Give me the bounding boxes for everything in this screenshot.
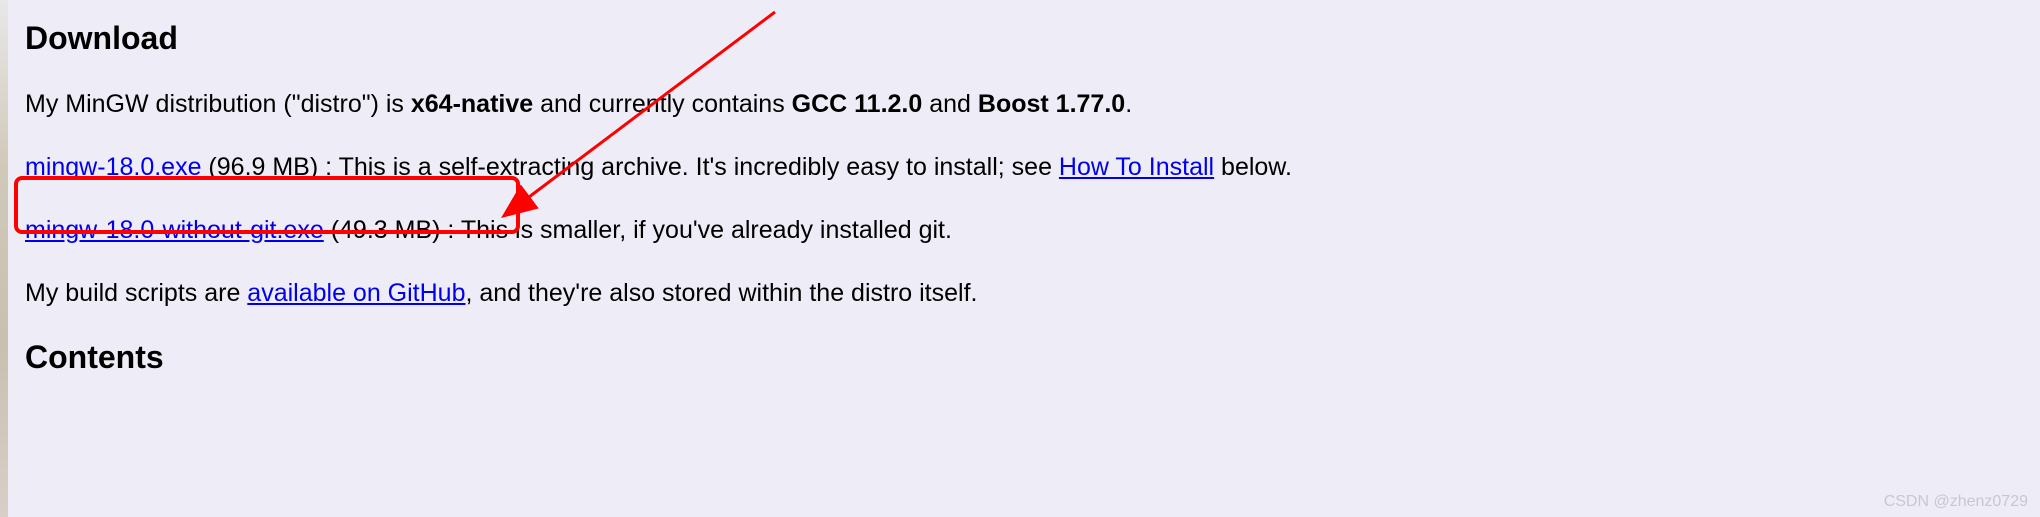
mingw-download-link[interactable]: mingw-18.0.exe [25,153,201,181]
annotation-arrow-icon [0,0,2040,517]
intro-gcc: GCC 11.2.0 [792,90,923,118]
intro-text-prefix: My MinGW distribution ("distro") is [25,90,411,118]
watermark-text: CSDN @zhenz0729 [1884,493,2028,511]
intro-paragraph: My MinGW distribution ("distro") is x64-… [25,87,2015,122]
intro-text-suffix: . [1125,90,1132,118]
intro-boost: Boost 1.77.0 [978,90,1125,118]
download1-size: (96.9 MB) : [201,153,338,181]
intro-text-mid1: and currently contains [533,90,791,118]
contents-heading: Contents [25,339,2015,376]
left-edge-decoration [0,0,8,517]
download1-desc-prefix: This is a self-extracting archive. It's … [339,153,1059,181]
download2-desc: This is smaller, if you've already insta… [461,216,952,244]
github-link[interactable]: available on GitHub [247,279,465,307]
scripts-prefix: My build scripts are [25,279,247,307]
intro-native: x64-native [411,90,533,118]
scripts-paragraph: My build scripts are available on GitHub… [25,276,2015,311]
scripts-suffix: , and they're also stored within the dis… [466,279,978,307]
download-primary-paragraph: mingw-18.0.exe (96.9 MB) : This is a sel… [25,150,2015,185]
intro-text-and: and [922,90,978,118]
download-secondary-paragraph: mingw-18.0-without-git.exe (49.3 MB) : T… [25,213,2015,248]
download2-size: (49.3 MB) : [324,216,461,244]
download-heading: Download [25,20,2015,57]
howto-install-link[interactable]: How To Install [1059,153,1214,181]
download1-desc-suffix: below. [1214,153,1292,181]
mingw-nogit-download-link[interactable]: mingw-18.0-without-git.exe [25,216,324,244]
